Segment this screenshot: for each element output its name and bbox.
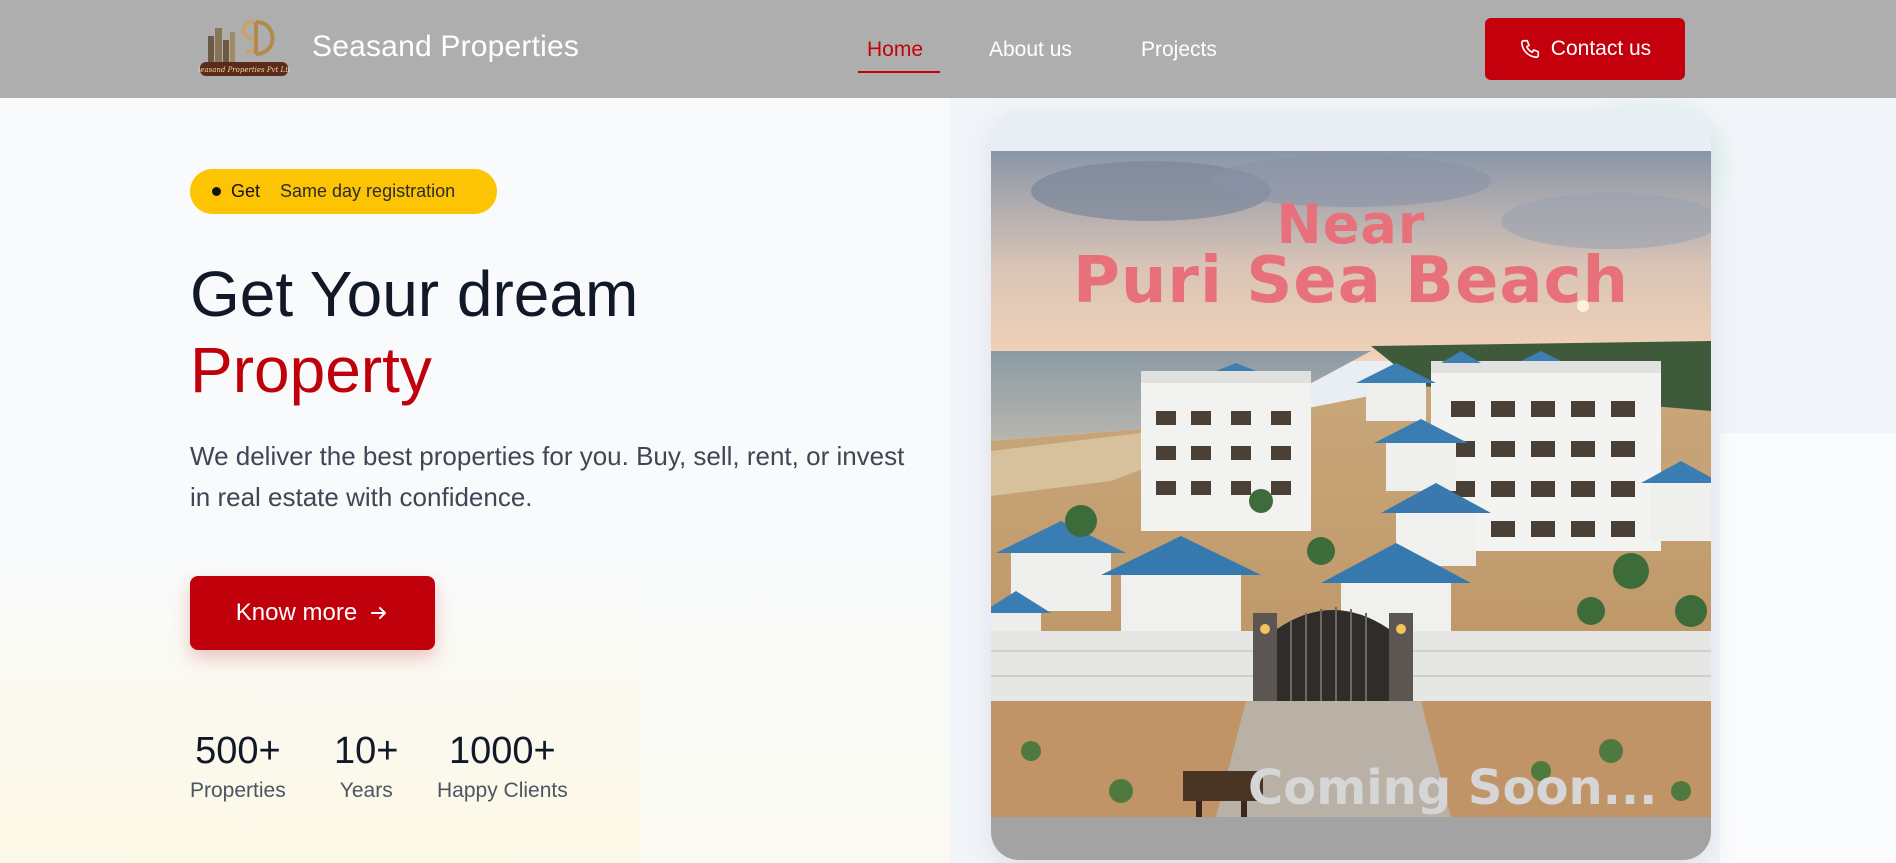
badge-dot-icon (212, 187, 221, 196)
hero-title: Get Your dream (190, 258, 639, 330)
brand-logo[interactable]: Seasand Properties Pvt Ltd (196, 16, 293, 80)
stat-properties: 500+ Properties (190, 730, 286, 803)
nav-projects[interactable]: Projects (1141, 38, 1217, 62)
nav-home[interactable]: Home (867, 38, 923, 62)
stat-value: 1000+ (449, 730, 556, 772)
property-promo-card[interactable]: Near Puri Sea Beach Coming Soon... (991, 110, 1711, 860)
registration-badge: Get Same day registration (190, 169, 497, 214)
contact-us-button[interactable]: Contact us (1485, 18, 1685, 80)
hero-title-highlight: Property (190, 334, 432, 406)
stat-value: 500+ (195, 730, 281, 772)
nav-active-indicator (858, 71, 940, 73)
promo-coming-soon: Coming Soon... (1248, 760, 1658, 816)
contact-us-label: Contact us (1550, 37, 1652, 60)
know-more-label: Know more (235, 599, 358, 626)
stat-label: Years (339, 779, 393, 802)
site-header: Seasand Properties Pvt Ltd Seasand Prope… (0, 0, 1896, 98)
badge-text: Same day registration (280, 181, 456, 201)
svg-text:Seasand Properties Pvt Ltd: Seasand Properties Pvt Ltd (198, 66, 290, 74)
stat-label: Happy Clients (437, 779, 568, 802)
know-more-button[interactable]: Know more (190, 576, 435, 650)
brand-name[interactable]: Seasand Properties (312, 30, 579, 64)
stat-years: 10+ Years (334, 730, 398, 803)
hero-background-accent (1720, 433, 1896, 863)
stat-label: Properties (190, 779, 286, 802)
arrow-right-icon (371, 607, 387, 619)
phone-icon (1520, 39, 1539, 59)
logo-icon: Seasand Properties Pvt Ltd (196, 20, 293, 76)
promo-card-footer (991, 817, 1711, 860)
promo-location-label: Puri Sea Beach (1072, 244, 1630, 318)
nav-about-us[interactable]: About us (989, 38, 1072, 62)
stat-value: 10+ (334, 730, 399, 772)
badge-get-label: Get (231, 181, 261, 201)
stat-happy-clients: 1000+ Happy Clients (437, 730, 568, 803)
hero-description: We deliver the best properties for you. … (190, 441, 905, 512)
